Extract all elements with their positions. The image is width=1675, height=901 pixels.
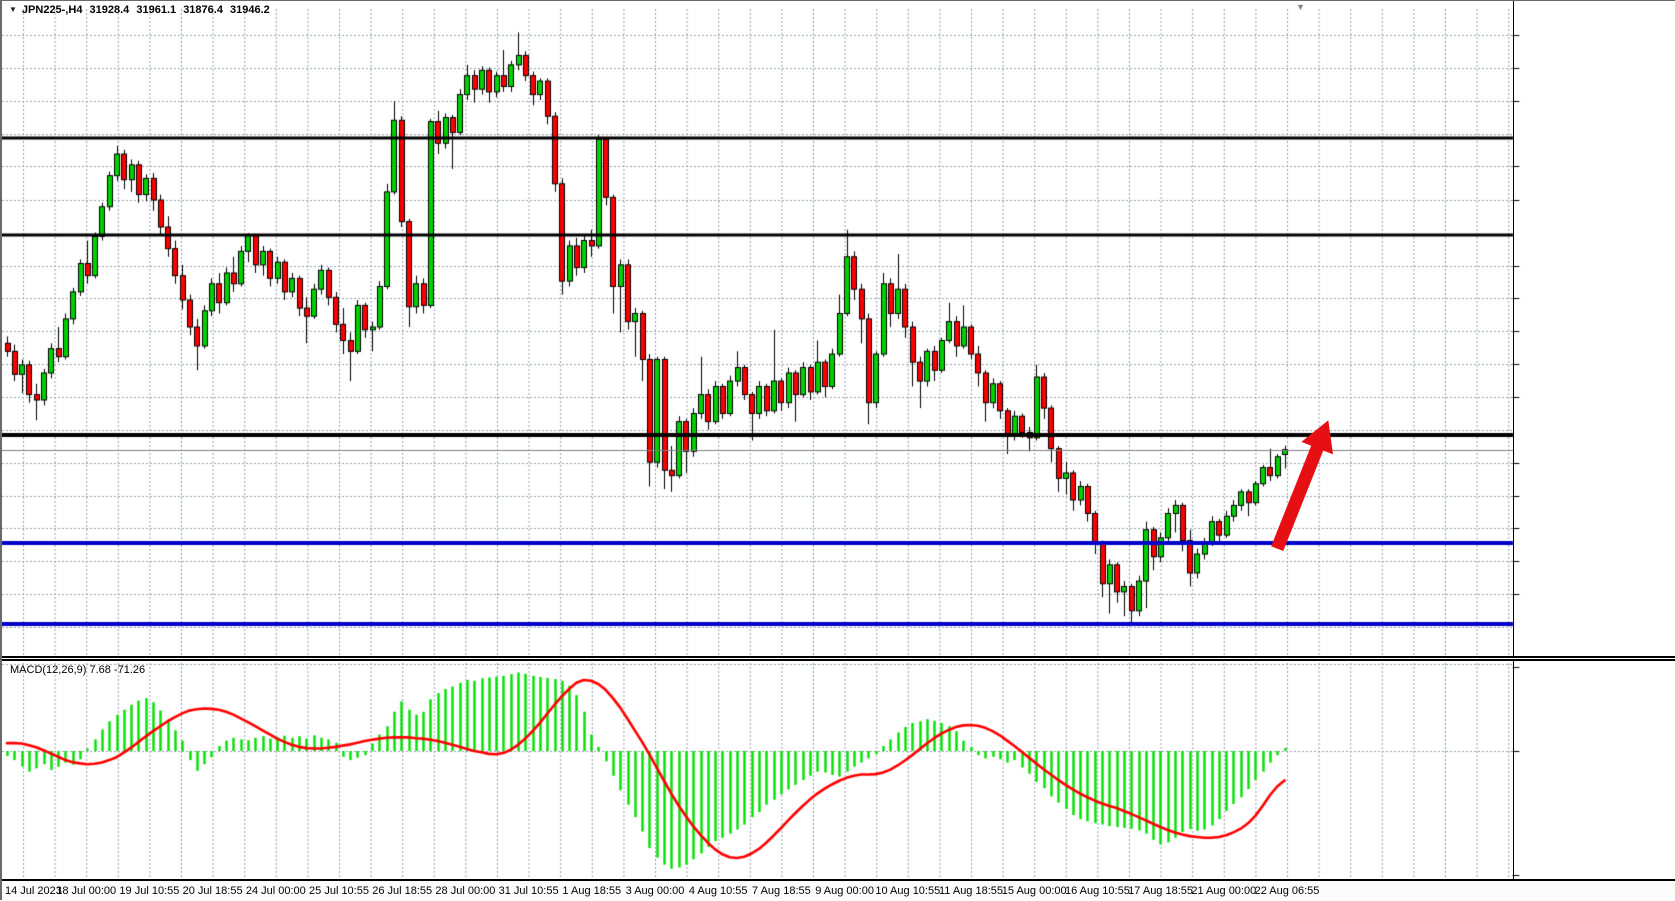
time-tick-label: 20 Jul 18:55 [183, 885, 243, 897]
time-tick-label: 25 Jul 10:55 [309, 885, 369, 897]
chart-window: ▼ JPN225-,H4 31928.4 31961.1 31876.4 3194… [0, 0, 1675, 900]
macd-indicator-label: MACD(12,26,9) 7.68 -71.26 [10, 664, 145, 676]
symbol-dropdown-icon[interactable]: ▼ [9, 5, 17, 14]
ohlc-close-value: 31946.2 [230, 4, 270, 16]
time-tick-label: 7 Aug 18:55 [752, 885, 811, 897]
chart-shift-marker[interactable]: ▼ [1296, 2, 1305, 12]
time-tick-label: 28 Jul 00:00 [435, 885, 495, 897]
ohlc-open-value: 31928.4 [90, 4, 130, 16]
time-tick-label: 19 Jul 10:55 [119, 885, 179, 897]
time-tick-label: 10 Aug 10:55 [875, 885, 940, 897]
time-tick-label: 3 Aug 00:00 [626, 885, 685, 897]
chart-header: ▼ JPN225-,H4 31928.4 31961.1 31876.4 3194… [9, 4, 274, 16]
ohlc-high-value: 31961.1 [136, 4, 176, 16]
time-tick-label: 9 Aug 00:00 [815, 885, 874, 897]
time-tick-label: 26 Jul 18:55 [372, 885, 432, 897]
time-tick-label: 21 Aug 00:00 [1191, 885, 1256, 897]
time-tick-label: 22 Aug 06:55 [1255, 885, 1320, 897]
time-tick-label: 31 Jul 10:55 [499, 885, 559, 897]
time-tick-label: 17 Aug 18:55 [1128, 885, 1193, 897]
time-tick-label: 14 Jul 2023 [5, 885, 62, 897]
chart-canvas[interactable] [2, 1, 1675, 901]
time-tick-label: 16 Aug 10:55 [1065, 885, 1130, 897]
time-tick-label: 24 Jul 00:00 [246, 885, 306, 897]
panel-separator[interactable] [2, 656, 1675, 661]
symbol-period-label: JPN225-,H4 [22, 4, 83, 16]
time-tick-label: 1 Aug 18:55 [562, 885, 621, 897]
time-tick-label: 11 Aug 18:55 [939, 885, 1003, 897]
time-tick-label: 15 Aug 00:00 [1002, 885, 1067, 897]
time-tick-label: 18 Jul 00:00 [56, 885, 116, 897]
time-axis[interactable]: 14 Jul 202318 Jul 00:0019 Jul 10:55 20 Ju… [2, 881, 1675, 901]
time-tick-label: 4 Aug 10:55 [689, 885, 748, 897]
ohlc-low-value: 31876.4 [183, 4, 223, 16]
price-axis[interactable]: 33480.533358.033235.532994.032871.532626… [1514, 1, 1675, 879]
